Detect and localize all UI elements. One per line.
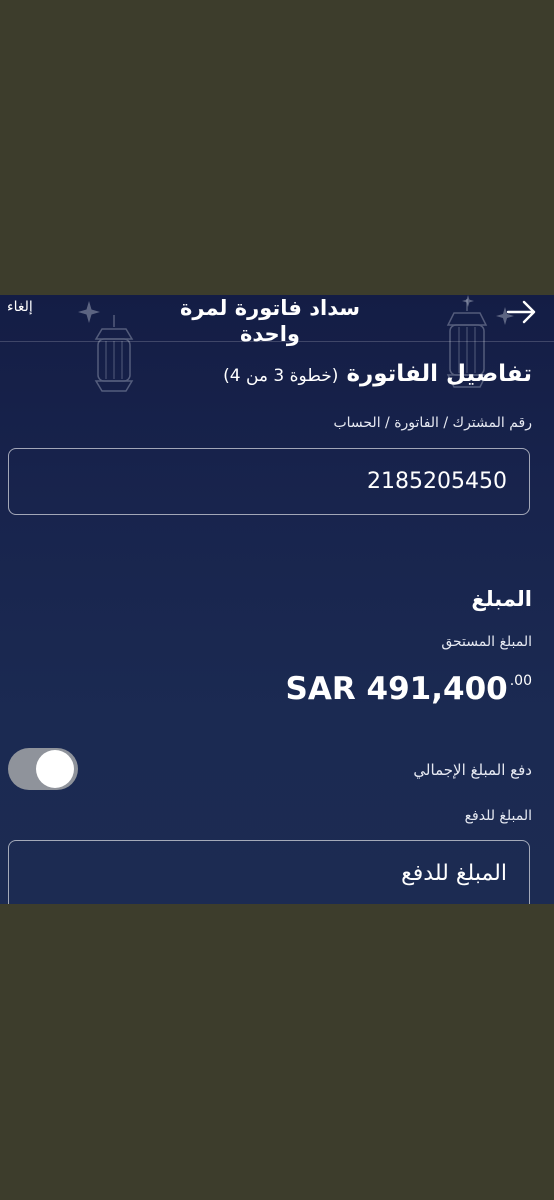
step-indicator: (خطوة 3 من 4) (223, 366, 339, 386)
pay-full-amount-toggle[interactable] (8, 748, 78, 790)
invoice-details-title: تفاصيل الفاتورة (346, 361, 532, 387)
invoice-details-heading: تفاصيل الفاتورة (خطوة 3 من 4) (223, 361, 532, 387)
amount-heading: المبلغ (471, 587, 532, 611)
amount-due-decimals: .00 (509, 673, 532, 689)
amount-to-pay-input[interactable]: المبلغ للدفع (8, 840, 530, 904)
pay-full-amount-label: دفع المبلغ الإجمالي (413, 761, 532, 779)
toggle-knob (36, 750, 74, 788)
back-arrow-icon[interactable] (506, 299, 538, 325)
cancel-button[interactable]: إلغاء (7, 298, 33, 316)
page-title: سداد فاتورة لمرة واحدة (180, 296, 360, 346)
account-number-input[interactable]: 2185205450 (8, 448, 530, 515)
top-navigation-bar: سداد فاتورة لمرة واحدة إلغاء (0, 295, 554, 346)
amount-due-label: المبلغ المستحق (441, 634, 532, 650)
bill-payment-screen: سداد فاتورة لمرة واحدة إلغاء تفاصيل الفا… (0, 295, 554, 904)
amount-due-main: SAR 491,400 (285, 671, 508, 707)
amount-due-value: SAR 491,400.00 (286, 671, 532, 707)
amount-to-pay-label: المبلغ للدفع (464, 808, 532, 824)
account-number-label: رقم المشترك / الفاتورة / الحساب (333, 415, 532, 431)
account-number-value: 2185205450 (367, 469, 507, 494)
amount-to-pay-placeholder: المبلغ للدفع (401, 861, 507, 886)
